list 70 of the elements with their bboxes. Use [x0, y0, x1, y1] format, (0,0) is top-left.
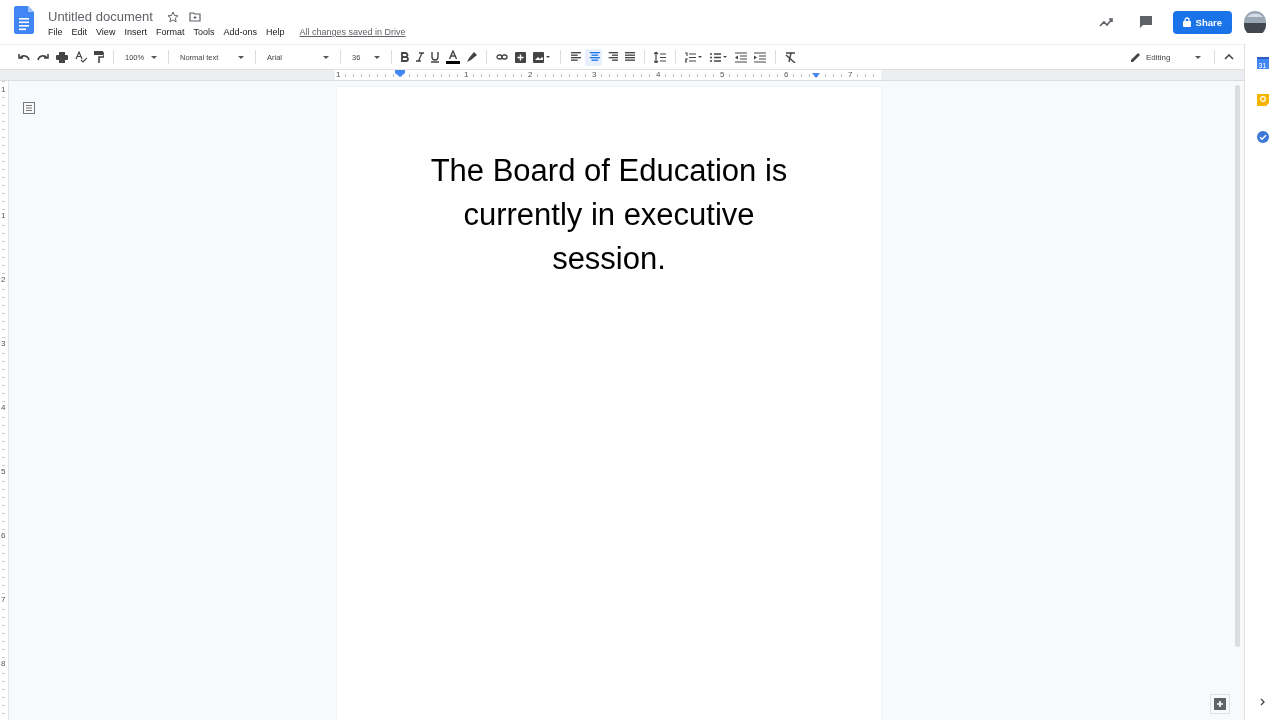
ruler-number: 1 — [335, 70, 342, 80]
ruler-number: 5 — [719, 70, 726, 80]
menu-item[interactable]: Insert — [124, 27, 147, 37]
bold-icon[interactable] — [401, 52, 409, 62]
bulleted-list-icon[interactable] — [710, 51, 728, 63]
menu-item[interactable]: View — [96, 27, 116, 37]
add-comment-icon[interactable] — [515, 51, 526, 63]
underline-icon[interactable] — [431, 51, 439, 63]
menu-item[interactable]: Format — [155, 27, 185, 37]
menu-item[interactable]: Tools — [193, 27, 215, 37]
document-title[interactable]: Untitled document — [48, 9, 153, 24]
increase-indent-icon[interactable] — [754, 51, 766, 63]
ruler-number: 6 — [783, 70, 790, 80]
image-icon[interactable] — [533, 51, 551, 63]
menu-item[interactable]: File — [48, 27, 63, 37]
avatar-icon[interactable] — [1244, 11, 1266, 33]
save-status-link[interactable]: All changes saved in Drive — [299, 27, 406, 37]
align-button[interactable] — [585, 48, 602, 66]
tasks-icon[interactable] — [1256, 131, 1269, 143]
alignment-icon — [569, 52, 582, 62]
folder-icon[interactable] — [188, 11, 201, 22]
undo-icon[interactable] — [18, 53, 30, 61]
spellcheck-icon[interactable] — [75, 51, 87, 63]
menu-item[interactable]: Edit — [71, 27, 88, 37]
comment-icon[interactable] — [1138, 15, 1153, 29]
menu-item[interactable]: Help — [265, 27, 285, 37]
chevron-right-icon[interactable] — [1260, 698, 1265, 706]
ruler-number: 5 — [1, 467, 6, 476]
collapse-icon[interactable] — [1224, 54, 1234, 60]
ruler-number: 2 — [527, 70, 534, 80]
ruler-number: 4 — [655, 70, 662, 80]
ruler-number: 1 — [1, 85, 6, 94]
ruler-number: 3 — [1, 339, 6, 348]
ruler-number: 7 — [847, 70, 854, 80]
editing-mode-dropdown[interactable]: Editing — [1127, 52, 1205, 62]
highlighter-icon[interactable] — [467, 52, 477, 62]
ruler-number: 4 — [1, 403, 6, 412]
add-icon — [1214, 698, 1226, 710]
share-button[interactable]: Share — [1172, 10, 1232, 34]
alignment-icon — [587, 52, 600, 62]
ruler-number: 8 — [1, 659, 6, 668]
star-icon[interactable] — [166, 10, 179, 23]
lock-icon — [1182, 17, 1191, 27]
alignment-icon — [623, 52, 636, 62]
redo-icon[interactable] — [37, 53, 49, 61]
ruler-number: 3 — [591, 70, 598, 80]
italic-icon[interactable] — [416, 52, 424, 62]
ruler-number: 1 — [463, 70, 470, 80]
line-spacing-icon[interactable] — [654, 51, 666, 63]
pencil-icon — [1131, 52, 1141, 62]
horizontal-ruler[interactable]: 1 1 2 3 4 5 6 7 — [337, 70, 881, 80]
ruler-number: 6 — [1, 531, 6, 540]
document-text[interactable]: The Board of Education is currently in executive session. — [411, 149, 807, 281]
numbered-list-icon[interactable] — [685, 51, 703, 63]
clear-formatting-icon[interactable] — [785, 51, 796, 63]
text-color-icon[interactable] — [446, 50, 460, 64]
ruler-number: 2 — [1, 275, 6, 284]
ruler-number: 1 — [1, 211, 6, 220]
indent-marker-icon[interactable] — [395, 70, 405, 77]
ruler-number: 7 — [1, 595, 6, 604]
decrease-indent-icon[interactable] — [735, 51, 747, 63]
link-icon[interactable] — [496, 54, 508, 60]
trending-icon[interactable] — [1098, 17, 1113, 27]
menu-item[interactable]: Add-ons — [223, 27, 257, 37]
docs-logo-icon[interactable] — [14, 6, 34, 34]
paint-format-icon[interactable] — [94, 51, 104, 63]
explore-button[interactable] — [1210, 694, 1230, 714]
outline-icon[interactable] — [23, 102, 35, 114]
indent-marker-icon[interactable] — [812, 73, 820, 78]
document-page[interactable]: The Board of Education is currently in executive session. — [337, 87, 881, 720]
